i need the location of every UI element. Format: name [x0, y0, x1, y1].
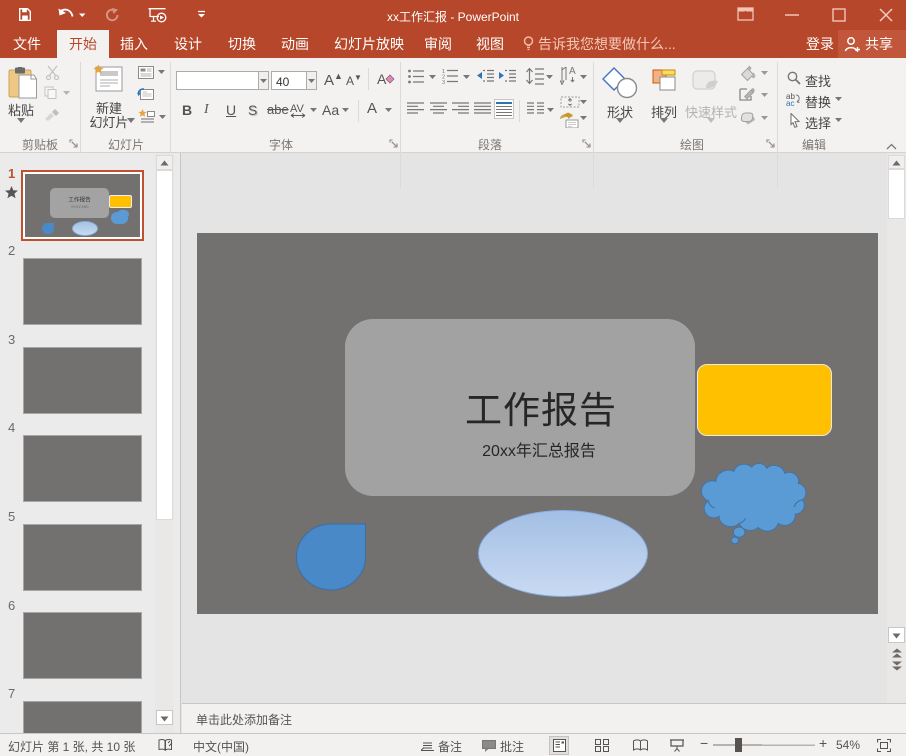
- svg-text:ac: ac: [786, 99, 794, 106]
- svg-text:3: 3: [442, 80, 445, 84]
- svg-text:A: A: [569, 66, 576, 77]
